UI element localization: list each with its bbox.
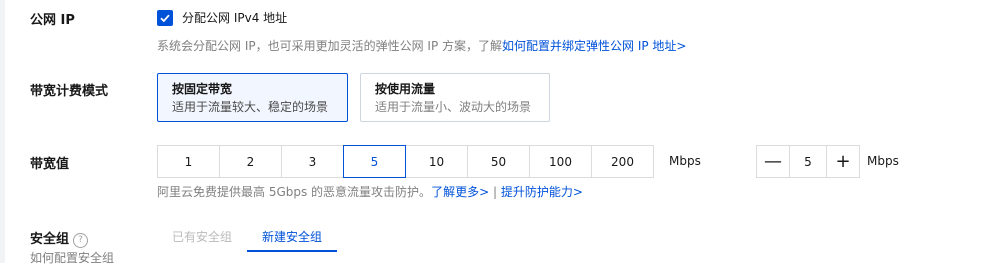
billing-option-title: 按固定带宽: [172, 82, 233, 96]
separator: |: [492, 185, 497, 199]
bandwidth-option-50[interactable]: 50: [467, 145, 530, 178]
increment-button[interactable]: +: [827, 146, 859, 177]
bandwidth-option-1[interactable]: 1: [157, 145, 220, 178]
help-icon[interactable]: ?: [73, 232, 89, 248]
left-edge-bar: [0, 0, 5, 263]
bandwidth-options: 1 2 3 5 10 50 100 200: [157, 145, 654, 178]
security-group-howto[interactable]: 如何配置安全组: [30, 249, 114, 266]
bandwidth-option-100[interactable]: 100: [529, 145, 592, 178]
bandwidth-stepper: — +: [756, 145, 860, 178]
security-group-tabs: 已有安全组 新建安全组: [157, 226, 338, 252]
billing-option-desc: 适用于流量小、波动大的场景: [375, 100, 532, 114]
bandwidth-unit: Mbps: [669, 154, 701, 168]
billing-mode-label: 带宽计费模式: [30, 84, 109, 99]
bandwidth-option-2[interactable]: 2: [219, 145, 282, 178]
improve-protection-link[interactable]: 提升防护能力>: [501, 185, 583, 199]
ddos-help-text: 阿里云免费提供最高 5Gbps 的恶意流量攻击防护。: [157, 185, 432, 199]
bandwidth-help: 阿里云免费提供最高 5Gbps 的恶意流量攻击防护。了解更多> | 提升防护能力…: [157, 183, 583, 200]
stepper-unit: Mbps: [867, 154, 899, 168]
security-group-label-text: 安全组: [30, 232, 70, 247]
public-ip-help: 系统会分配公网 IP，也可采用更加灵活的弹性公网 IP 方案，了解如何配置并绑定…: [157, 37, 686, 54]
bandwidth-option-200[interactable]: 200: [591, 145, 654, 178]
check-icon: [160, 14, 170, 23]
bandwidth-option-3[interactable]: 3: [281, 145, 344, 178]
learn-more-link[interactable]: 了解更多>: [431, 185, 489, 199]
tab-existing-security-group[interactable]: 已有安全组: [157, 226, 247, 252]
decrement-button[interactable]: —: [757, 146, 789, 177]
assign-ipv4-checkbox[interactable]: [157, 10, 173, 26]
configure-eip-link[interactable]: 如何配置并绑定弹性公网 IP 地址>: [502, 39, 686, 53]
bandwidth-label: 带宽值: [30, 157, 70, 172]
billing-by-traffic-card[interactable]: 按使用流量 适用于流量小、波动大的场景: [360, 73, 550, 122]
bandwidth-option-5[interactable]: 5: [343, 145, 406, 178]
billing-option-desc: 适用于流量较大、稳定的场景: [172, 100, 329, 114]
assign-ipv4-label[interactable]: 分配公网 IPv4 地址: [182, 9, 287, 26]
public-ip-label: 公网 IP: [30, 13, 75, 28]
billing-option-title: 按使用流量: [375, 82, 436, 96]
billing-fixed-bandwidth-card[interactable]: 按固定带宽 适用于流量较大、稳定的场景: [157, 73, 348, 122]
tab-new-security-group[interactable]: 新建安全组: [247, 226, 338, 252]
bandwidth-value-input[interactable]: [789, 146, 827, 177]
public-ip-help-text: 系统会分配公网 IP，也可采用更加灵活的弹性公网 IP 方案，了解: [157, 39, 502, 53]
security-group-label: 安全组?: [30, 228, 89, 248]
bandwidth-option-10[interactable]: 10: [405, 145, 468, 178]
